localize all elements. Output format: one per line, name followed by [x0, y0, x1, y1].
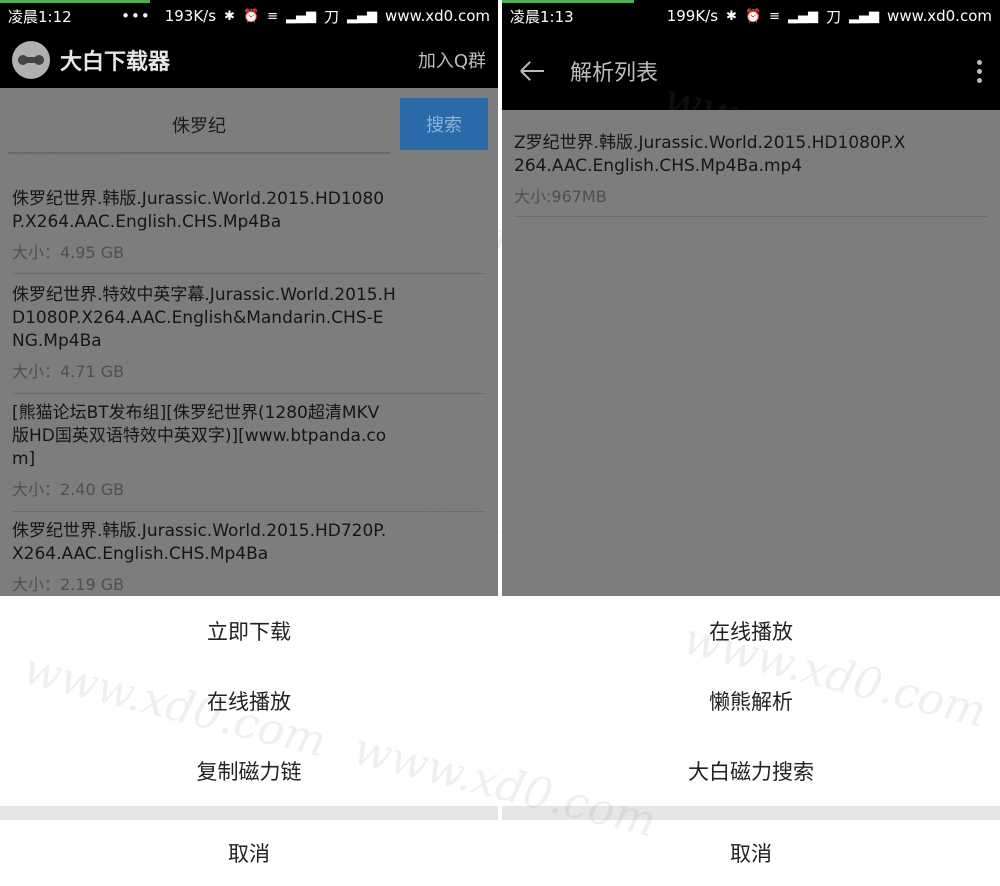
search-row: 侏罗纪 搜索 [0, 88, 498, 160]
file-item[interactable]: Z罗纪世界.韩版.Jurassic.World.2015.HD1080P.X26… [514, 132, 988, 217]
result-title: [熊猫论坛BT发布组][侏罗纪世界(1280超清MKV版HD国英双语特效中英双字… [12, 403, 387, 469]
status-accent-line [0, 0, 150, 3]
app-logo-icon [12, 41, 50, 79]
result-title: 侏罗纪世界.韩版.Jurassic.World.2015.HD720P.X264… [12, 521, 387, 564]
lazy-bear-parse-option[interactable]: 懒熊解析 [502, 666, 1000, 736]
more-options-icon[interactable] [974, 59, 984, 83]
sheet-divider [0, 806, 498, 820]
status-site: www.xd0.com [385, 7, 490, 25]
search-button[interactable]: 搜索 [400, 98, 488, 150]
status-accent-line [502, 0, 634, 3]
result-size: 大小：4.71 GB [12, 362, 125, 381]
copy-magnet-option[interactable]: 复制磁力链 [0, 736, 498, 806]
file-title: Z罗纪世界.韩版.Jurassic.World.2015.HD1080P.X26… [514, 133, 906, 176]
status-bar: 凌晨1:13 199K/s ✱ ⏰ ≡ ▂▄▆ 刀 ▂▄▆ www.xd0.co… [502, 0, 1000, 32]
signal-icon: ▂▄▆ [286, 8, 317, 24]
play-online-option[interactable]: 在线播放 [0, 666, 498, 736]
bluetooth-icon: ✱ [726, 8, 737, 24]
app-title: 大白下载器 [60, 50, 171, 75]
result-size: 大小：4.95 GB [12, 243, 125, 262]
carrier-label: 刀 [826, 7, 842, 26]
right-phone-screen: 凌晨1:13 199K/s ✱ ⏰ ≡ ▂▄▆ 刀 ▂▄▆ www.xd0.co… [502, 0, 1000, 886]
alarm-icon: ⏰ [242, 8, 260, 24]
play-online-option[interactable]: 在线播放 [502, 596, 1000, 666]
result-title: 侏罗纪世界.韩版.Jurassic.World.2015.HD1080P.X26… [12, 189, 385, 232]
sheet-divider [502, 806, 1000, 820]
page-title: 解析列表 [570, 61, 659, 86]
status-bar: 凌晨1:12 ••• 193K/s ✱ ⏰ ≡ ▂▄▆ 刀 ▂▄▆ www.xd… [0, 0, 498, 32]
signal-icon-2: ▂▄▆ [347, 8, 378, 24]
file-size: 大小:967MB [514, 187, 607, 206]
cancel-button[interactable]: 取消 [0, 820, 498, 886]
app-bar: 大白下载器 加入Q群 [0, 32, 498, 88]
download-now-option[interactable]: 立即下载 [0, 596, 498, 666]
status-site: www.xd0.com [887, 7, 992, 25]
wifi-icon: ≡ [267, 8, 279, 24]
status-time: 凌晨1:13 [510, 7, 574, 26]
result-size: 大小：2.19 GB [12, 575, 125, 594]
action-sheet: 在线播放 懒熊解析 大白磁力搜索 取消 [502, 596, 1000, 886]
network-speed: 193K/s [164, 7, 217, 25]
carrier-label: 刀 [324, 7, 340, 26]
bluetooth-icon: ✱ [224, 8, 235, 24]
notification-dots: ••• [121, 7, 151, 25]
action-sheet: 立即下载 在线播放 复制磁力链 取消 [0, 596, 498, 886]
status-time: 凌晨1:12 [8, 7, 72, 26]
app-bar: 解析列表 [502, 32, 1000, 110]
search-input[interactable]: 侏罗纪 [8, 98, 390, 154]
network-speed: 199K/s [666, 7, 719, 25]
result-item-1[interactable]: 侏罗纪世界.韩版.Jurassic.World.2015.HD1080P.X26… [12, 188, 486, 274]
back-arrow-icon[interactable] [518, 57, 546, 85]
signal-icon: ▂▄▆ [788, 8, 819, 24]
result-size: 大小：2.40 GB [12, 480, 125, 499]
result-item-3[interactable]: [熊猫论坛BT发布组][侏罗纪世界(1280超清MKV版HD国英双语特效中英双字… [12, 402, 486, 512]
join-group-link[interactable]: 加入Q群 [418, 47, 486, 73]
signal-icon-2: ▂▄▆ [849, 8, 880, 24]
left-phone-screen: 凌晨1:12 ••• 193K/s ✱ ⏰ ≡ ▂▄▆ 刀 ▂▄▆ www.xd… [0, 0, 498, 886]
result-item-2[interactable]: 侏罗纪世界.特效中英字幕.Jurassic.World.2015.HD1080P… [12, 284, 486, 394]
dabai-magnet-search-option[interactable]: 大白磁力搜索 [502, 736, 1000, 806]
wifi-icon: ≡ [769, 8, 781, 24]
result-title: 侏罗纪世界.特效中英字幕.Jurassic.World.2015.HD1080P… [12, 285, 396, 351]
cancel-button[interactable]: 取消 [502, 820, 1000, 886]
alarm-icon: ⏰ [744, 8, 762, 24]
